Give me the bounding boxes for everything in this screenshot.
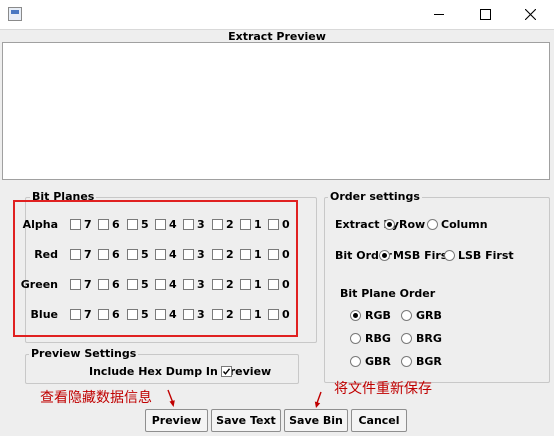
order-brg-label: BRG <box>416 332 442 345</box>
annotation-arrow-right-icon <box>314 391 322 408</box>
extract-by-column-radio[interactable] <box>427 219 438 230</box>
lsb-first-radio[interactable] <box>444 250 455 261</box>
msb-first-radio[interactable] <box>379 250 390 261</box>
order-gbr-radio[interactable] <box>350 356 361 367</box>
app-icon <box>8 7 22 21</box>
extract-by-column-label: Column <box>441 218 488 231</box>
order-rgb-label: RGB <box>365 309 391 322</box>
annotation-view-hidden-data: 查看隐藏数据信息 <box>40 390 152 406</box>
order-rbg-label: RBG <box>365 332 391 345</box>
cancel-button[interactable]: Cancel <box>351 409 407 432</box>
extract-by-row-label: Row <box>399 218 426 231</box>
annotation-resave-file: 将文件重新保存 <box>334 381 432 397</box>
order-bgr-radio[interactable] <box>401 356 412 367</box>
order-bgr-label: BGR <box>416 355 442 368</box>
preview-button[interactable]: Preview <box>145 409 208 432</box>
order-brg-radio[interactable] <box>401 333 412 344</box>
bit-plane-order-label: Bit Plane Order <box>340 287 436 300</box>
lsb-first-label: LSB First <box>458 249 514 262</box>
bit-planes-highlight-box <box>13 200 298 337</box>
extract-by-row-radio[interactable] <box>384 219 395 230</box>
hex-dump-checkbox[interactable] <box>221 366 232 377</box>
maximize-icon[interactable] <box>462 0 508 29</box>
order-settings-title: Order settings <box>328 190 422 203</box>
title-bar <box>0 0 554 30</box>
preview-settings-title: Preview Settings <box>29 347 139 360</box>
hex-dump-label: Include Hex Dump In Preview <box>89 365 272 378</box>
preview-text-area[interactable] <box>2 42 550 180</box>
checkmark-icon <box>222 368 231 375</box>
order-grb-label: GRB <box>416 309 442 322</box>
order-gbr-label: GBR <box>365 355 391 368</box>
order-grb-radio[interactable] <box>401 310 412 321</box>
save-text-button[interactable]: Save Text <box>211 409 281 432</box>
save-bin-button[interactable]: Save Bin <box>284 409 348 432</box>
order-rgb-radio[interactable] <box>350 310 361 321</box>
annotation-arrow-left-icon <box>167 389 175 407</box>
order-rbg-radio[interactable] <box>350 333 361 344</box>
minimize-icon[interactable] <box>416 0 462 29</box>
close-icon[interactable] <box>508 0 554 29</box>
